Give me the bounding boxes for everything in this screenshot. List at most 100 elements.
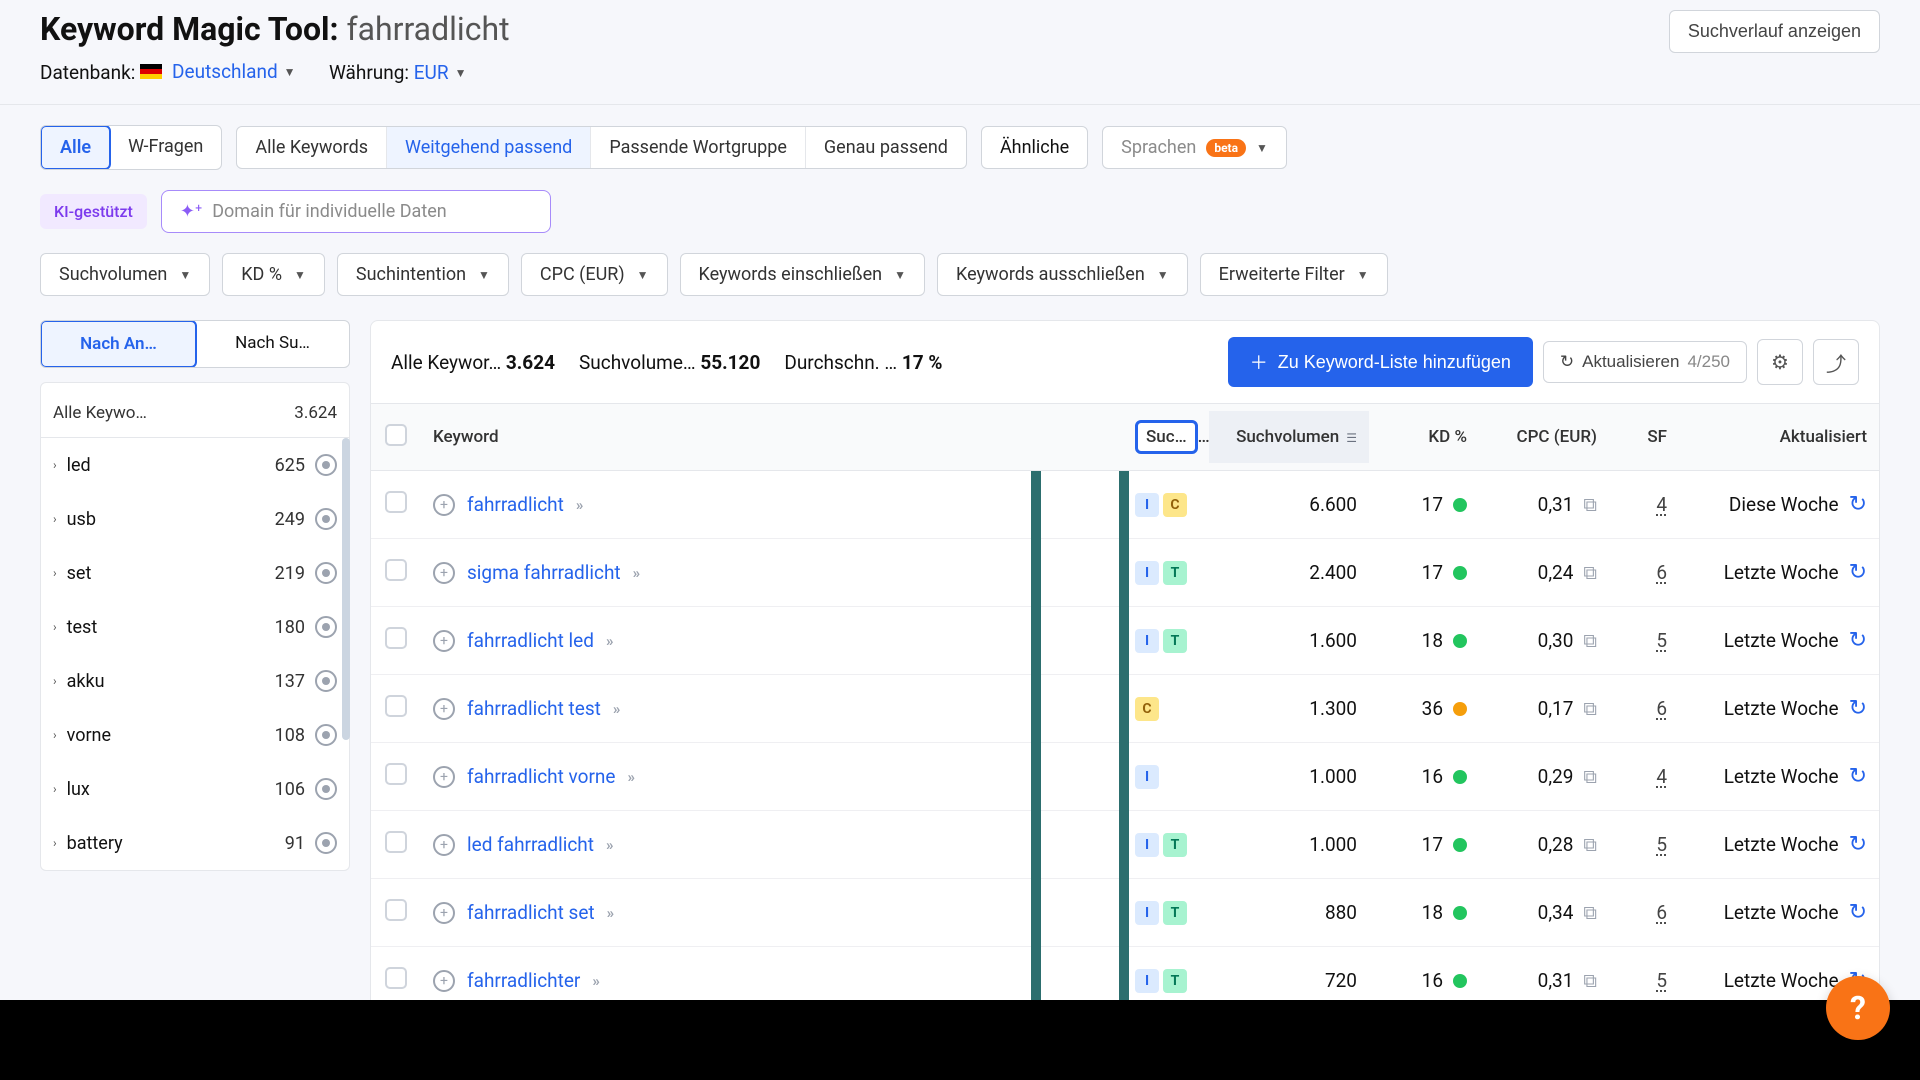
eye-icon[interactable]	[315, 832, 337, 854]
intent-badge-I: I	[1135, 901, 1159, 925]
sidebar-all-keywords[interactable]: Alle Keywo… 3.624	[40, 382, 350, 438]
keyword-link[interactable]: fahrradlicht led	[467, 629, 594, 652]
sf-cell[interactable]: 5	[1609, 969, 1679, 992]
serp-icon[interactable]: ⧉	[1583, 969, 1597, 992]
sf-cell[interactable]: 4	[1609, 493, 1679, 516]
sidebar-item-battery[interactable]: ›battery91	[41, 816, 349, 870]
filter-erweiterte-filter[interactable]: Erweiterte Filter▼	[1200, 253, 1388, 296]
row-refresh-icon[interactable]: ↻	[1849, 492, 1867, 517]
serp-icon[interactable]: ⧉	[1583, 493, 1597, 516]
row-refresh-icon[interactable]: ↻	[1849, 628, 1867, 653]
eye-icon[interactable]	[315, 616, 337, 638]
row-checkbox[interactable]	[385, 763, 407, 785]
currency-selector[interactable]: EUR ▼	[414, 61, 467, 84]
keyword-link[interactable]: fahrradlicht set	[467, 901, 595, 924]
domain-input[interactable]: ✦⁺ Domain für individuelle Daten	[161, 190, 551, 233]
serp-icon[interactable]: ⧉	[1583, 833, 1597, 856]
row-checkbox[interactable]	[385, 627, 407, 649]
sf-cell[interactable]: 6	[1609, 561, 1679, 584]
sidebar-item-vorne[interactable]: ›vorne108	[41, 708, 349, 762]
sidebar-item-set[interactable]: ›set219	[41, 546, 349, 600]
expand-icon[interactable]: +	[433, 970, 455, 992]
col-keyword[interactable]: Keyword	[421, 411, 1117, 463]
sidebar-item-usb[interactable]: ›usb249	[41, 492, 349, 546]
sidebar-tab-byamount[interactable]: Nach An…	[40, 320, 197, 368]
filter-keywords-einschlie-en[interactable]: Keywords einschließen▼	[680, 253, 926, 296]
sf-cell[interactable]: 5	[1609, 833, 1679, 856]
eye-icon[interactable]	[315, 562, 337, 584]
filter-suchvolumen[interactable]: Suchvolumen▼	[40, 253, 210, 296]
serp-icon[interactable]: ⧉	[1583, 561, 1597, 584]
row-checkbox[interactable]	[385, 967, 407, 989]
select-all-checkbox[interactable]	[385, 424, 407, 446]
sf-cell[interactable]: 4	[1609, 765, 1679, 788]
keyword-link[interactable]: led fahrradlicht	[467, 833, 594, 856]
serp-icon[interactable]: ⧉	[1583, 901, 1597, 924]
row-refresh-icon[interactable]: ↻	[1849, 764, 1867, 789]
expand-icon[interactable]: +	[433, 766, 455, 788]
eye-icon[interactable]	[315, 724, 337, 746]
sidebar-item-akku[interactable]: ›akku137	[41, 654, 349, 708]
tab-wfragen[interactable]: W-Fragen	[110, 126, 221, 169]
eye-icon[interactable]	[315, 670, 337, 692]
sidebar-item-lux[interactable]: ›lux106	[41, 762, 349, 816]
settings-button[interactable]: ⚙	[1757, 339, 1803, 385]
serp-icon[interactable]: ⧉	[1583, 629, 1597, 652]
help-button[interactable]: ?	[1826, 976, 1890, 1040]
row-checkbox[interactable]	[385, 491, 407, 513]
eye-icon[interactable]	[315, 778, 337, 800]
tab-alle[interactable]: Alle	[40, 125, 111, 170]
history-button[interactable]: Suchverlauf anzeigen	[1669, 10, 1880, 53]
database-selector[interactable]: Deutschland ▼	[140, 60, 296, 83]
col-sf[interactable]: SF	[1609, 411, 1679, 463]
row-refresh-icon[interactable]: ↻	[1849, 900, 1867, 925]
tab-phrase-match[interactable]: Passende Wortgruppe	[591, 127, 806, 168]
export-button[interactable]: ⤴	[1813, 339, 1859, 385]
filter-cpc-eur-[interactable]: CPC (EUR)▼	[521, 253, 668, 296]
keyword-link[interactable]: fahrradlichter	[467, 969, 580, 992]
keyword-link[interactable]: sigma fahrradlicht	[467, 561, 621, 584]
sf-cell[interactable]: 6	[1609, 697, 1679, 720]
col-volume[interactable]: Suchvolumen ☰	[1209, 411, 1369, 463]
tab-exact-match[interactable]: Genau passend	[806, 127, 966, 168]
row-refresh-icon[interactable]: ↻	[1849, 832, 1867, 857]
col-cpc[interactable]: CPC (EUR)	[1479, 411, 1609, 463]
filter-kd-[interactable]: KD %▼	[222, 253, 325, 296]
expand-icon[interactable]: +	[433, 834, 455, 856]
sidebar-item-test[interactable]: ›test180	[41, 600, 349, 654]
eye-icon[interactable]	[315, 454, 337, 476]
row-checkbox[interactable]	[385, 899, 407, 921]
col-intent[interactable]: Suc…	[1117, 404, 1209, 470]
row-checkbox[interactable]	[385, 559, 407, 581]
keyword-link[interactable]: fahrradlicht test	[467, 697, 601, 720]
languages-selector[interactable]: Sprachen beta ▼	[1102, 126, 1287, 169]
col-updated[interactable]: Aktualisiert	[1679, 411, 1879, 463]
scrollbar[interactable]	[342, 438, 350, 740]
serp-icon[interactable]: ⧉	[1583, 765, 1597, 788]
expand-icon[interactable]: +	[433, 698, 455, 720]
filter-suchintention[interactable]: Suchintention▼	[337, 253, 509, 296]
tab-similar[interactable]: Ähnliche	[981, 126, 1088, 169]
expand-icon[interactable]: +	[433, 902, 455, 924]
expand-icon[interactable]: +	[433, 562, 455, 584]
tab-all-keywords[interactable]: Alle Keywords	[237, 127, 387, 168]
eye-icon[interactable]	[315, 508, 337, 530]
sidebar-item-led[interactable]: ›led625	[41, 438, 349, 492]
sidebar-tab-bysearch[interactable]: Nach Su…	[196, 321, 349, 367]
expand-icon[interactable]: +	[433, 630, 455, 652]
row-refresh-icon[interactable]: ↻	[1849, 696, 1867, 721]
keyword-link[interactable]: fahrradlicht	[467, 493, 564, 516]
filter-keywords-ausschlie-en[interactable]: Keywords ausschließen▼	[937, 253, 1188, 296]
col-kd[interactable]: KD %	[1369, 411, 1479, 463]
refresh-button[interactable]: ↻ Aktualisieren 4/250	[1543, 341, 1747, 383]
row-refresh-icon[interactable]: ↻	[1849, 560, 1867, 585]
row-checkbox[interactable]	[385, 831, 407, 853]
expand-icon[interactable]: +	[433, 494, 455, 516]
sf-cell[interactable]: 6	[1609, 901, 1679, 924]
tab-broad-match[interactable]: Weitgehend passend	[387, 127, 591, 168]
row-checkbox[interactable]	[385, 695, 407, 717]
sf-cell[interactable]: 5	[1609, 629, 1679, 652]
add-to-list-button[interactable]: ＋ Zu Keyword-Liste hinzufügen	[1228, 337, 1533, 387]
keyword-link[interactable]: fahrradlicht vorne	[467, 765, 615, 788]
serp-icon[interactable]: ⧉	[1583, 697, 1597, 720]
